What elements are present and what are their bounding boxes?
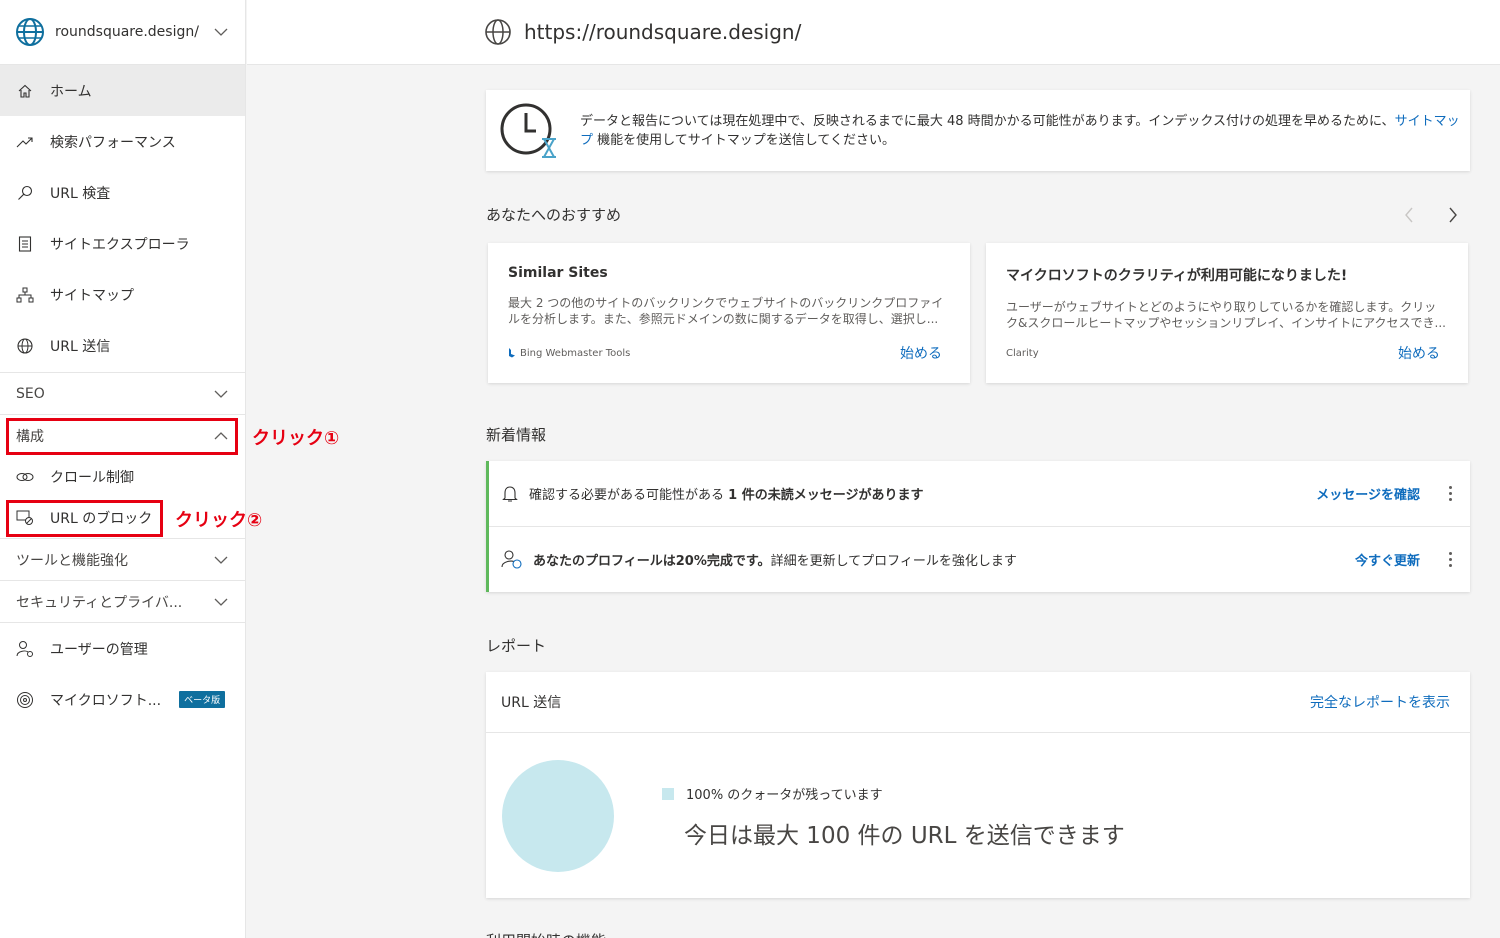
annotation-click-1: クリック① (252, 428, 340, 449)
card-source: Bing Webmaster Tools (508, 348, 630, 359)
news-text-bold: あなたのプロフィールは20%完成です。 (533, 553, 771, 569)
user-settings-icon (16, 640, 34, 658)
news-text-post: 詳細を更新してプロフィールを強化します (770, 553, 1017, 569)
nav-item-user-management[interactable]: ユーザーの管理 (0, 623, 245, 674)
group-label: ツールと機能強化 (16, 552, 128, 569)
more-options-icon[interactable] (1444, 551, 1456, 567)
sidebar: roundsquare.design/ ホーム 検索パフォーマンス URL 検査… (0, 0, 246, 938)
nav-item-url-inspection[interactable]: URL 検査 (0, 167, 245, 218)
site-picker[interactable]: roundsquare.design/ (0, 0, 245, 65)
nav-item-label: サイトマップ (50, 287, 134, 304)
quota-legend: 100% のクォータが残っています (662, 784, 883, 803)
notice-text-after: 機能を使用してサイトマップを送信してください。 (593, 132, 895, 148)
report-card-title: URL 送信 (501, 695, 562, 711)
chevron-right-icon (1449, 207, 1457, 223)
news-row-messages: 確認する必要がある可能性がある 1 件の未読メッセージがあります メッセージを確… (489, 461, 1470, 526)
more-options-icon[interactable] (1444, 486, 1456, 501)
document-icon (16, 235, 34, 253)
news-card: 確認する必要がある可能性がある 1 件の未読メッセージがあります メッセージを確… (486, 461, 1470, 592)
nav-item-home[interactable]: ホーム (0, 65, 245, 116)
check-messages-link[interactable]: メッセージを確認 (1316, 484, 1420, 503)
full-report-link[interactable]: 完全なレポートを表示 (1310, 692, 1450, 712)
recommend-title: あなたへのおすすめ (486, 206, 622, 224)
report-card: URL 送信 完全なレポートを表示 100% のクォータが残っています 今日は最… (486, 672, 1470, 898)
card-source-label: Clarity (1006, 347, 1039, 359)
group-label: セキュリティとプライバ... (16, 594, 183, 611)
recommend-pager (1396, 202, 1466, 228)
site-name: roundsquare.design/ (55, 24, 199, 40)
notice-text: データと報告については現在処理中で、反映されるまでに最大 48 時間かかる可能性… (580, 112, 1460, 150)
update-now-link[interactable]: 今すぐ更新 (1355, 550, 1420, 569)
nav-item-site-explorer[interactable]: サイトエクスプローラ (0, 218, 245, 269)
nav-item-label: サイトエクスプローラ (50, 236, 190, 253)
chevron-down-icon (214, 598, 228, 606)
nav-item-crawl-control[interactable]: クロール制御 (0, 456, 245, 497)
sitemap-icon (16, 286, 34, 304)
recommend-card-clarity[interactable]: マイクロソフトのクラリティが利用可能になりました! ユーザーがウェブサイトとどの… (986, 243, 1468, 383)
quota-donut-chart (502, 760, 614, 872)
nav-item-label: URL 検査 (50, 185, 111, 202)
nav-item-sitemap[interactable]: サイトマップ (0, 269, 245, 320)
site-url: https://roundsquare.design/ (524, 20, 802, 44)
nav-item-label: ホーム (50, 83, 92, 100)
chevron-down-icon (214, 28, 228, 36)
recommend-card-similar-sites[interactable]: Similar Sites 最大 2 つの他のサイトのバックリンクでウェブサイト… (488, 243, 970, 383)
getting-started-title: 利用開始時の機能 (486, 930, 606, 938)
news-text-bold: 1 件の未読メッセージがあります (728, 488, 924, 503)
annotation-box-config (6, 418, 238, 455)
link-icon (16, 468, 34, 486)
next-button[interactable] (1440, 202, 1466, 228)
bing-logo-icon (509, 348, 515, 358)
quota-headline: 今日は最大 100 件の URL を送信できます (684, 823, 1125, 849)
chevron-down-icon (214, 390, 228, 398)
annotation-box-block-urls (6, 500, 163, 537)
nav-item-microsoft[interactable]: マイクロソフト... ベータ版 (0, 674, 245, 725)
notice-text-before: データと報告については現在処理中で、反映されるまでに最大 48 時間かかる可能性… (580, 113, 1395, 129)
nav-item-label: 検索パフォーマンス (50, 134, 176, 151)
nav-item-label: ユーザーの管理 (50, 641, 148, 658)
card-title: マイクロソフトのクラリティが利用可能になりました! (1006, 268, 1348, 284)
globe-icon (485, 19, 511, 45)
beta-badge: ベータ版 (179, 691, 226, 708)
prev-button[interactable] (1396, 202, 1422, 228)
fingerprint-icon (16, 691, 34, 709)
news-text: あなたのプロフィールは20%完成です。詳細を更新してプロフィールを強化します (533, 550, 1355, 569)
nav-item-url-submission[interactable]: URL 送信 (0, 320, 245, 371)
card-description: 最大 2 つの他のサイトのバックリンクでウェブサイトのバックリンクプロファイルを… (508, 296, 944, 326)
card-description: ユーザーがウェブサイトとどのようにやり取りしているかを確認します。クリック&スク… (1006, 300, 1446, 330)
start-button[interactable]: 始める (1398, 343, 1440, 363)
nav-item-label: クロール制御 (50, 469, 134, 486)
group-seo[interactable]: SEO (0, 372, 245, 414)
news-text-pre: 確認する必要がある可能性がある (529, 488, 729, 503)
quota-text: 100% のクォータが残っています (686, 788, 883, 803)
card-title: Similar Sites (508, 265, 608, 281)
clock-hourglass-icon (500, 103, 556, 158)
group-label: SEO (16, 385, 45, 402)
top-bar: https://roundsquare.design/ (247, 0, 1500, 65)
nav-item-label: マイクロソフト... (50, 692, 162, 709)
home-icon (16, 82, 34, 100)
processing-notice: データと報告については現在処理中で、反映されるまでに最大 48 時間かかる可能性… (486, 90, 1470, 171)
group-tools[interactable]: ツールと機能強化 (0, 538, 245, 580)
bell-icon (502, 485, 518, 502)
start-button[interactable]: 始める (900, 343, 942, 363)
chevron-down-icon (214, 556, 228, 564)
group-security[interactable]: セキュリティとプライバ... (0, 580, 245, 622)
globe-icon (16, 18, 44, 46)
globe-icon (16, 337, 34, 355)
search-icon (16, 184, 34, 202)
legend-swatch (662, 787, 674, 800)
news-row-profile: あなたのプロフィールは20%完成です。詳細を更新してプロフィールを強化します 今… (489, 526, 1470, 591)
news-text: 確認する必要がある可能性がある 1 件の未読メッセージがあります (529, 484, 1316, 503)
chevron-left-icon (1405, 207, 1413, 223)
trend-icon (16, 133, 34, 151)
report-title: レポート (486, 637, 547, 655)
profile-progress-icon (501, 550, 522, 569)
annotation-click-2: クリック② (175, 510, 263, 531)
card-source-label: Bing Webmaster Tools (520, 347, 631, 359)
nav-item-search-performance[interactable]: 検索パフォーマンス (0, 116, 245, 167)
nav-item-label: URL 送信 (50, 338, 111, 355)
news-title: 新着情報 (486, 426, 547, 444)
